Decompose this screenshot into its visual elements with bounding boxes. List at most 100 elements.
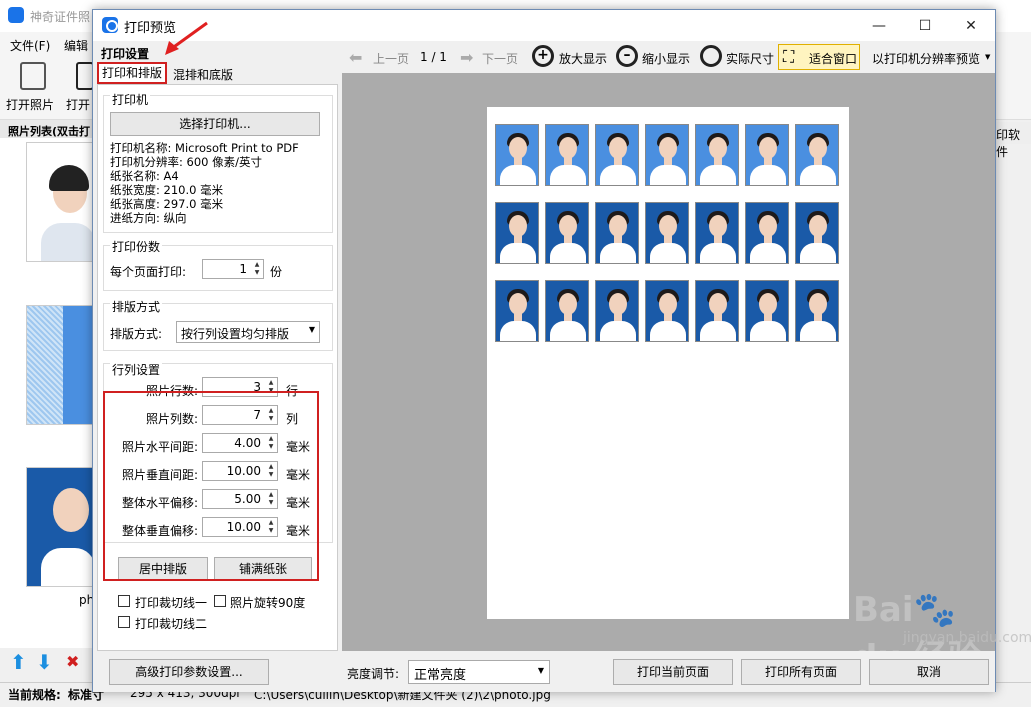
photo-cell [695, 124, 739, 186]
photo-cell [595, 202, 639, 264]
photo-cell [595, 124, 639, 186]
preview-area[interactable] [342, 73, 995, 651]
zoom-out-icon[interactable]: – [616, 45, 638, 67]
dialog-app-icon [102, 17, 118, 33]
paper-orientation: 进纸方向: 纵向 [110, 211, 187, 225]
rowcol-highlight [103, 391, 319, 581]
rowcol-group-title: 行列设置 [110, 361, 163, 378]
zoom-in-button[interactable]: 放大显示 [559, 50, 607, 67]
copies-value: 1 [239, 262, 247, 276]
menu-edit[interactable]: 编辑 [64, 37, 88, 54]
printer-name: 打印机名称: Microsoft Print to PDF [110, 141, 299, 155]
dropdown-arrow-icon: ▼ [985, 53, 991, 61]
status-spec-label: 当前规格: [8, 688, 61, 702]
print-settings-panel: 打印设置 打印和排版 混排和底版 打印机 选择打印机... 打印机名称: Mic… [93, 21, 341, 651]
layout-label: 排版方式: [110, 327, 163, 341]
open-photo-icon [20, 62, 46, 90]
advanced-print-settings-button[interactable]: 高级打印参数设置... [109, 659, 269, 685]
settings-title: 打印设置 [101, 47, 150, 61]
photo-cell [545, 280, 589, 342]
print-all-pages-button[interactable]: 打印所有页面 [741, 659, 861, 685]
fit-window-label: 适合窗口 [809, 52, 858, 66]
photo-cell [545, 202, 589, 264]
preview-toolbar: ⬅ 上一页 1 / 1 ➡ 下一页 + 放大显示 – 缩小显示 实际尺寸 ⛶ 适… [342, 41, 995, 73]
select-printer-button[interactable]: 选择打印机... [110, 112, 320, 136]
baidu-watermark-url: jingyan.baidu.com [903, 630, 1031, 646]
photo-cell [495, 124, 539, 186]
fit-window-button[interactable]: ⛶ 适合窗口 [778, 44, 860, 70]
photo-cell [795, 280, 839, 342]
move-down-icon[interactable]: ⬇ [36, 650, 53, 674]
open-button[interactable]: 打开 [66, 96, 90, 113]
photo-cell [545, 124, 589, 186]
maximize-button[interactable]: ☐ [902, 12, 948, 40]
photo-cell [495, 202, 539, 264]
photo-cell [645, 280, 689, 342]
layout-value: 按行列设置均匀排版 [181, 327, 290, 341]
next-page-button[interactable]: 下一页 [482, 50, 518, 67]
photo-cell [695, 202, 739, 264]
next-page-icon: ➡ [460, 48, 474, 67]
move-up-icon[interactable]: ⬆ [10, 650, 27, 674]
copies-group-title: 打印份数 [110, 238, 163, 255]
cut-line-two-label: 打印裁切线二 [135, 617, 208, 631]
dropdown-arrow-icon: ▼ [537, 666, 544, 675]
cut-line-two-checkbox[interactable] [118, 616, 130, 628]
app-icon [8, 7, 24, 23]
photo-cell [645, 124, 689, 186]
photo-cell [695, 280, 739, 342]
copies-unit: 份 [270, 265, 283, 279]
photo-cell [595, 280, 639, 342]
cancel-button[interactable]: 取消 [869, 659, 989, 685]
page-indicator: 1 / 1 [420, 50, 447, 64]
cut-line-one-label: 打印裁切线一 [135, 596, 208, 610]
delete-icon[interactable]: ✖ [66, 652, 79, 671]
minimize-button[interactable]: — [856, 12, 902, 40]
menu-file[interactable]: 文件(F) [10, 37, 50, 54]
prev-page-button[interactable]: 上一页 [373, 50, 409, 67]
photo-cell [745, 124, 789, 186]
cut-line-one-checkbox[interactable] [118, 595, 130, 607]
rotate-90-checkbox[interactable] [214, 595, 226, 607]
red-arrow-icon [165, 21, 208, 55]
photo-thumbnail[interactable] [26, 142, 94, 262]
photo-list-header: 照片列表(双击打 [0, 120, 94, 138]
zoom-in-icon[interactable]: + [532, 45, 554, 67]
actual-size-icon[interactable] [700, 45, 722, 67]
brightness-value: 正常亮度 [414, 668, 467, 683]
layout-select[interactable]: 按行列设置均匀排版 ▼ [176, 321, 320, 343]
printer-resolution: 打印机分辨率: 600 像素/英寸 [110, 155, 263, 169]
photo-cell [795, 124, 839, 186]
prev-page-icon: ⬅ [349, 48, 363, 67]
dropdown-arrow-icon: ▼ [308, 325, 315, 334]
printer-resolution-preview-dropdown[interactable]: 以打印机分辨率预览 [872, 50, 980, 67]
close-button[interactable]: ✕ [948, 12, 994, 40]
zoom-out-button[interactable]: 缩小显示 [642, 50, 690, 67]
right-side-label: 印软件 [996, 122, 1031, 159]
copies-label: 每个页面打印: [110, 265, 187, 279]
photo-thumbnail[interactable] [26, 305, 94, 425]
print-preview-dialog: 打印预览 — ☐ ✕ 打印设置 打印和排版 混排和底版 打印机 选择打印机...… [92, 9, 1031, 692]
brightness-select[interactable]: 正常亮度 ▼ [408, 660, 550, 684]
actual-size-button[interactable]: 实际尺寸 [726, 50, 774, 67]
paper-width: 纸张宽度: 210.0 毫米 [110, 183, 224, 197]
photo-cell [745, 280, 789, 342]
tab-print-layout[interactable]: 打印和排版 [97, 62, 167, 84]
paper-page [487, 107, 849, 619]
tab-mix-layout[interactable]: 混排和底版 [173, 66, 233, 83]
paper-name: 纸张名称: A4 [110, 169, 179, 183]
fit-window-icon: ⛶ [783, 47, 795, 66]
paper-height: 纸张高度: 297.0 毫米 [110, 197, 224, 211]
open-photo-button[interactable]: 打开照片 [6, 96, 54, 113]
photo-cell [645, 202, 689, 264]
rotate-90-label: 照片旋转90度 [230, 596, 306, 610]
photo-cell [495, 280, 539, 342]
spin-arrows-icon[interactable]: ▲ ▼ [252, 261, 262, 277]
brightness-label: 亮度调节: [347, 667, 400, 681]
photo-cell [795, 202, 839, 264]
photo-thumbnail[interactable] [26, 467, 94, 587]
copies-stepper[interactable]: 1 ▲ ▼ [202, 259, 264, 279]
print-current-page-button[interactable]: 打印当前页面 [613, 659, 733, 685]
photo-cell [745, 202, 789, 264]
layout-group-title: 排版方式 [110, 298, 163, 315]
